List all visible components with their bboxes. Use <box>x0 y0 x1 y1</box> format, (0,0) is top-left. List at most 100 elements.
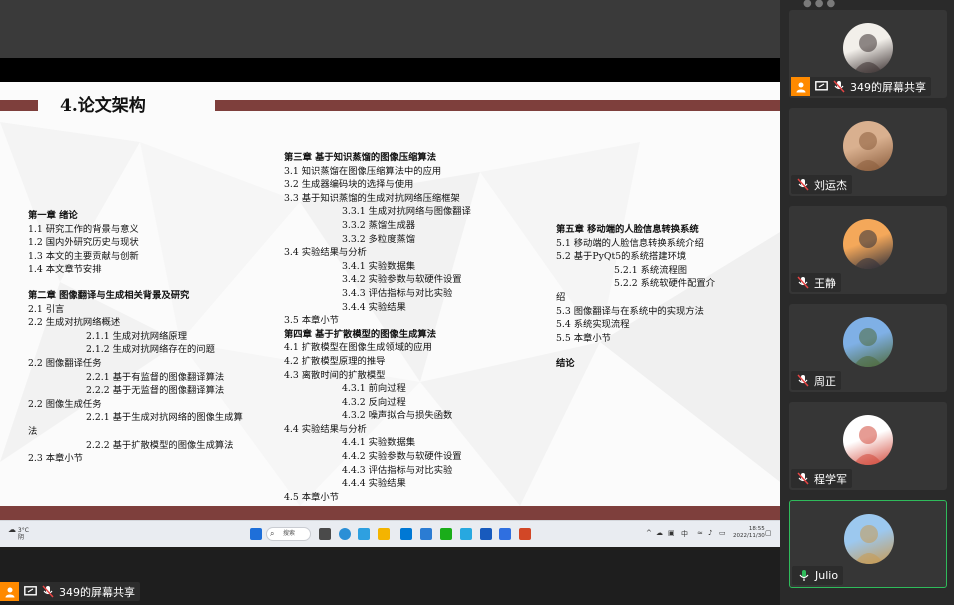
toc-entry: 3.4.1 实验数据集 <box>342 260 416 272</box>
toc-entry: 2.2 生成对抗网络概述 <box>28 317 121 329</box>
toc-entry: 3.3 基于知识蒸馏的生成对抗网络压缩框架 <box>284 192 460 204</box>
participant-tile[interactable]: 周正 <box>789 304 947 392</box>
screen-share-icon <box>814 80 828 94</box>
toc-entry: 4.4.2 实验参数与软硬件设置 <box>342 451 462 463</box>
participant-tile[interactable]: 349的屏幕共享 <box>789 10 947 98</box>
mic-muted-icon <box>41 585 55 599</box>
mic-muted-icon <box>796 472 810 486</box>
toc-entry: 3.4 实验结果与分析 <box>284 247 367 259</box>
toc-chapter-heading: 第二章 图像翻译与生成相关背景及研究 <box>28 289 190 301</box>
toc-entry: 3.2 生成器编码块的选择与使用 <box>284 179 414 191</box>
toc-entry: 4.5 本章小节 <box>284 491 339 503</box>
toc-column-3: 第五章 移动端的人脸信息转换系统 5.1 移动端的人脸信息转换系统介绍 5.2 基于… <box>556 223 715 371</box>
toc-entry: 3.5 本章小节 <box>284 315 339 327</box>
avatar <box>843 317 893 367</box>
toc-entry: 2.2.1 基于有监督的图像翻译算法 <box>86 371 225 383</box>
screen-top-strip <box>0 58 780 82</box>
screen-share-icon <box>23 585 37 599</box>
toc-entry: 2.2.2 基于无监督的图像翻译算法 <box>86 385 225 397</box>
mic-muted-icon <box>796 178 810 192</box>
browser-icon[interactable] <box>358 528 370 540</box>
avatar <box>843 219 893 269</box>
participant-label: 王静 <box>791 273 841 292</box>
toc-entry: 4.4.4 实验结果 <box>342 478 406 490</box>
toc-entry: 3.4.4 实验结果 <box>342 301 406 313</box>
toc-entry: 3.3.2 蒸馏生成器 <box>342 219 416 231</box>
mic-muted-icon <box>796 374 810 388</box>
toc-entry: 1.3 本文的主要贡献与创新 <box>28 250 139 262</box>
mic-muted-icon <box>796 276 810 290</box>
slide-bottom-band <box>0 506 780 520</box>
toc-entry: 5.1 移动端的人脸信息转换系统介绍 <box>556 237 704 249</box>
participant-label: 刘运杰 <box>791 175 852 194</box>
meeting-app-icon[interactable] <box>499 528 511 540</box>
edge-icon[interactable] <box>339 528 351 540</box>
participant-tile[interactable]: 程学军 <box>789 402 947 490</box>
app-icon-2[interactable] <box>460 528 472 540</box>
toc-entry: 3.1 知识蒸馏在图像压缩算法中的应用 <box>284 165 442 177</box>
toc-entry: 4.3 离散时间的扩散模型 <box>284 369 386 381</box>
title-band-right <box>215 100 780 111</box>
toc-entry: 1.4 本文章节安排 <box>28 264 102 276</box>
toc-entry: 4.3.1 前向过程 <box>342 383 406 395</box>
powerpoint-icon[interactable] <box>519 528 531 540</box>
toc-entry: 5.2.2 系统软硬件配置介 <box>614 278 715 290</box>
toc-gap <box>556 345 715 357</box>
participant-tile[interactable]: 王静 <box>789 206 947 294</box>
wifi-icon[interactable]: ≈ <box>697 529 703 537</box>
person-icon <box>0 582 19 601</box>
toc-entry: 4.3.2 噪声拟合与损失函数 <box>342 410 453 422</box>
participant-tile[interactable]: 刘运杰 <box>789 108 947 196</box>
toc-entry: 2.2.1 基于生成对抗网络的图像生成算 <box>86 412 243 424</box>
slide-title: 4.论文架构 <box>60 96 146 116</box>
task-view-icon[interactable] <box>319 528 331 540</box>
toc-entry: 5.3 图像翻译与在系统中的实现方法 <box>556 305 704 317</box>
search-label: 搜索 <box>283 530 296 537</box>
toc-chapter-heading: 第三章 基于知识蒸馏的图像压缩算法 <box>284 152 436 163</box>
toc-entry: 4.3.2 反向过程 <box>342 396 406 408</box>
cloud-tray-icon[interactable]: ☁ <box>656 529 663 537</box>
participant-label: 周正 <box>791 371 841 390</box>
weather-widget[interactable]: ☁ 3°C 阴 <box>8 526 29 542</box>
toc-entry: 1.1 研究工作的背景与意义 <box>28 223 139 235</box>
battery-icon[interactable]: ▭ <box>719 529 726 537</box>
word-icon[interactable] <box>480 528 492 540</box>
toc-entry: 2.1.2 生成对抗网络存在的问题 <box>86 344 215 356</box>
search-icon: ⌕ <box>270 529 275 538</box>
weather-desc: 阴 <box>18 534 25 541</box>
toc-entry: 1.2 国内外研究历史与现状 <box>28 237 139 249</box>
toc-entry: 5.4 系统实现流程 <box>556 319 630 331</box>
app-icon-1[interactable] <box>420 528 432 540</box>
avatar <box>843 121 893 171</box>
slide: 4.论文架构 第一章 绪论 1.1 研究工作的背景与意义 1.2 国内外研究历史与现… <box>0 82 780 520</box>
notification-icon[interactable]: ▢ <box>765 529 772 537</box>
windows-start-icon[interactable] <box>250 528 262 540</box>
wechat-icon[interactable] <box>440 528 452 540</box>
toc-gap <box>28 277 243 289</box>
toc-column-2: 第三章 基于知识蒸馏的图像压缩算法 3.1 知识蒸馏在图像压缩算法中的应用 3.2 … <box>284 151 471 504</box>
participant-name: 349的屏幕共享 <box>850 80 926 94</box>
person-icon <box>791 77 810 96</box>
participant-name: 程学军 <box>814 472 847 486</box>
toc-entry: 4.4.3 评估指标与对比实验 <box>342 464 453 476</box>
toc-chapter-heading: 结论 <box>556 358 575 370</box>
toc-entry: 2.2 图像生成任务 <box>28 398 102 410</box>
sharer-label: 349的屏幕共享 <box>0 582 140 601</box>
toc-chapter-heading: 第四章 基于扩散模型的图像生成算法 <box>284 328 436 340</box>
tray-app-icon[interactable]: ▣ <box>668 529 675 537</box>
panel-handle-icon[interactable]: ●●● <box>803 0 838 9</box>
participant-tile[interactable]: Julio <box>789 500 947 588</box>
clock-date: 2022/11/30 <box>733 533 765 539</box>
toc-entry: 5.2 基于PyQt5的系统搭建环境 <box>556 251 687 263</box>
tray-expand-icon[interactable]: ^ <box>646 529 652 537</box>
avatar <box>843 23 893 73</box>
clock-time: 18:55 <box>748 526 765 532</box>
ime-indicator[interactable]: 中 <box>681 529 688 539</box>
file-explorer-icon[interactable] <box>378 528 390 540</box>
taskbar-clock[interactable]: 18:55 2022/11/30 <box>733 526 765 540</box>
store-icon[interactable] <box>400 528 412 540</box>
toc-entry: 绍 <box>556 291 566 303</box>
participant-label: 349的屏幕共享 <box>791 77 931 96</box>
volume-icon[interactable]: ♪ <box>708 529 712 537</box>
toc-entry: 5.2.1 系统流程图 <box>614 264 688 276</box>
